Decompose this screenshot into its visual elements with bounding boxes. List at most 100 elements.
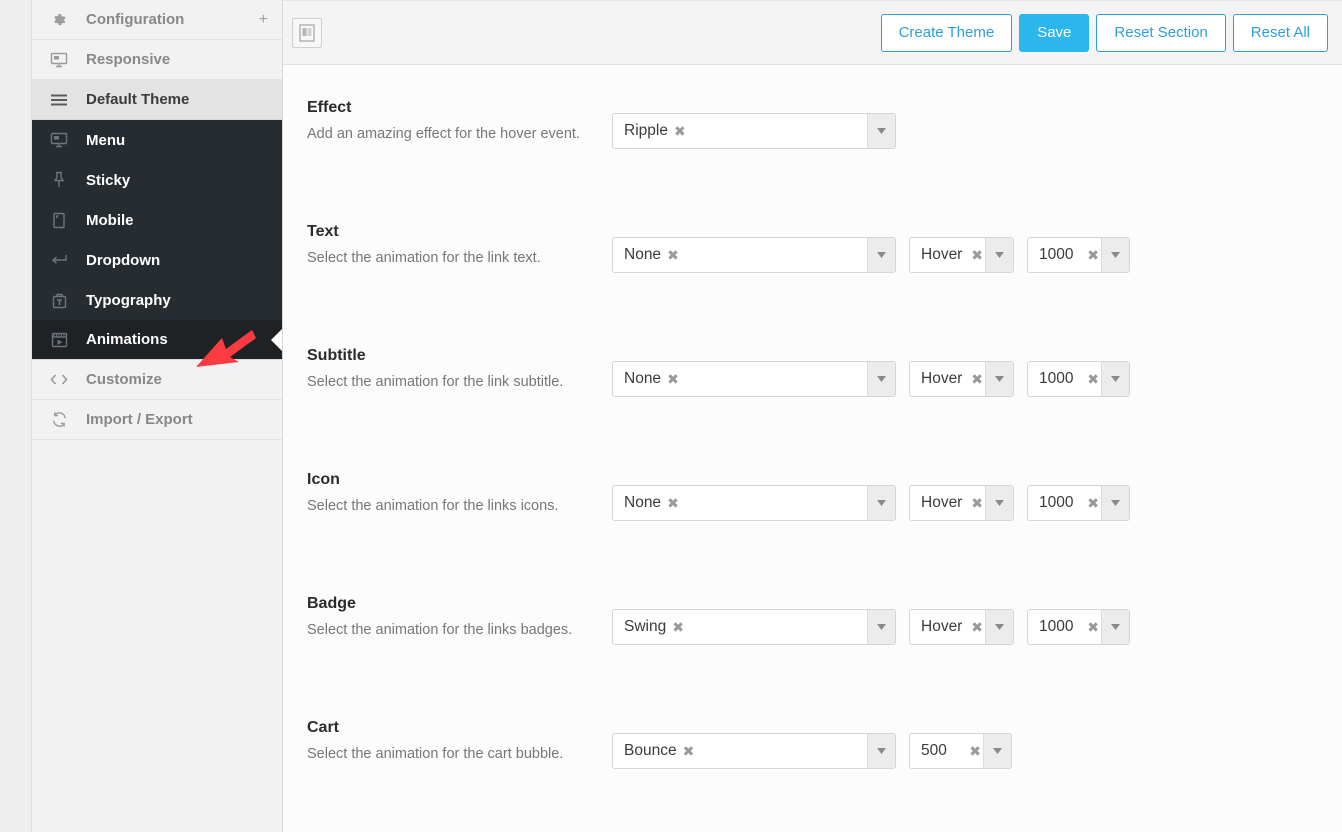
sidebar-item-configuration[interactable]: Configuration + — [32, 0, 282, 40]
chevron-down-icon[interactable] — [1101, 486, 1129, 520]
sidebar-item-sticky[interactable]: Sticky — [32, 160, 282, 200]
animation-select-value: Bounce — [624, 742, 677, 759]
trigger-select-value-wrap: Hover ✖ — [910, 610, 985, 644]
setting-title: Cart — [307, 719, 340, 736]
duration-select-value-wrap: 500 ✖ — [910, 734, 983, 768]
code-icon — [32, 373, 86, 386]
trigger-clear-icon[interactable]: ✖ — [971, 248, 983, 262]
animation-select[interactable]: Ripple ✖ — [612, 113, 896, 149]
sidebar-item-typography[interactable]: Typography — [32, 280, 282, 320]
setting-row: Subtitle Select the animation for the lin… — [283, 339, 1342, 463]
create-theme-button[interactable]: Create Theme — [880, 13, 1013, 52]
sidebar-item-menu[interactable]: Menu — [32, 120, 282, 160]
animation-clear-icon[interactable]: ✖ — [666, 620, 684, 634]
chevron-down-icon[interactable] — [985, 362, 1013, 396]
duration-select[interactable]: 1000 ✖ — [1027, 361, 1130, 397]
animation-select[interactable]: None ✖ — [612, 361, 896, 397]
duration-clear-icon[interactable]: ✖ — [969, 744, 981, 758]
layout-columns-glyph — [299, 23, 315, 42]
trigger-select-value-wrap: Hover ✖ — [910, 362, 985, 396]
animation-select-value: Swing — [624, 618, 667, 635]
sidebar-item-customize[interactable]: Customize — [32, 360, 282, 400]
duration-select-value: 500 — [921, 742, 947, 759]
reset-all-button[interactable]: Reset All — [1232, 13, 1328, 52]
sidebar-item-animations[interactable]: Animations — [32, 320, 282, 360]
duration-select[interactable]: 500 ✖ — [909, 733, 1012, 769]
return-icon — [32, 253, 86, 267]
animation-clear-icon[interactable]: ✖ — [661, 372, 679, 386]
setting-row: Cart Select the animation for the cart bu… — [283, 711, 1342, 832]
chevron-down-icon[interactable] — [867, 610, 895, 644]
trigger-select[interactable]: Hover ✖ — [909, 361, 1014, 397]
duration-select[interactable]: 1000 ✖ — [1027, 609, 1130, 645]
animation-select[interactable]: None ✖ — [612, 237, 896, 273]
main-panel: Create Theme Save Reset Section Reset Al… — [283, 0, 1342, 832]
trigger-clear-icon[interactable]: ✖ — [971, 620, 983, 634]
animation-select-value-wrap: Ripple ✖ — [613, 114, 867, 148]
duration-select-value-wrap: 1000 ✖ — [1028, 238, 1101, 272]
setting-description: Select the animation for the cart bubble… — [307, 746, 564, 763]
chevron-down-icon[interactable] — [985, 238, 1013, 272]
sidebar-item-mobile[interactable]: Mobile — [32, 200, 282, 240]
sidebar-item-import-export[interactable]: Import / Export — [32, 400, 282, 440]
reset-section-button[interactable]: Reset Section — [1096, 13, 1226, 52]
setting-description: Select the animation for the link text. — [307, 250, 541, 267]
setting-description: Add an amazing effect for the hover even… — [307, 126, 580, 143]
chevron-down-icon[interactable] — [1101, 610, 1129, 644]
trigger-select[interactable]: Hover ✖ — [909, 485, 1014, 521]
animation-select-value: None — [624, 494, 662, 511]
animation-clear-icon[interactable]: ✖ — [661, 248, 679, 262]
animation-select-value: Ripple — [624, 122, 668, 139]
trigger-select[interactable]: Hover ✖ — [909, 237, 1014, 273]
duration-select-value: 1000 — [1039, 246, 1074, 263]
sidebar-item-responsive[interactable]: Responsive — [32, 40, 282, 80]
save-button[interactable]: Save — [1019, 13, 1090, 52]
chevron-down-icon[interactable] — [867, 486, 895, 520]
setting-fields: None ✖ Hover ✖ 1000 ✖ — [612, 339, 1130, 397]
trigger-clear-icon[interactable]: ✖ — [971, 372, 983, 386]
list-icon — [32, 93, 86, 107]
add-configuration-button[interactable]: + — [259, 11, 268, 28]
duration-select[interactable]: 1000 ✖ — [1027, 237, 1130, 273]
trigger-select[interactable]: Hover ✖ — [909, 609, 1014, 645]
duration-clear-icon[interactable]: ✖ — [1087, 620, 1099, 634]
sidebar-item-default-theme[interactable]: Default Theme — [32, 80, 282, 120]
trigger-clear-icon[interactable]: ✖ — [971, 496, 983, 510]
animation-select[interactable]: None ✖ — [612, 485, 896, 521]
chevron-down-icon[interactable] — [1101, 238, 1129, 272]
chevron-down-icon[interactable] — [867, 734, 895, 768]
chevron-down-icon[interactable] — [867, 114, 895, 148]
trigger-select-value-wrap: Hover ✖ — [910, 486, 985, 520]
animation-clear-icon[interactable]: ✖ — [668, 124, 686, 138]
pin-icon — [32, 171, 86, 189]
animation-clear-icon[interactable]: ✖ — [661, 496, 679, 510]
duration-clear-icon[interactable]: ✖ — [1087, 248, 1099, 262]
duration-clear-icon[interactable]: ✖ — [1087, 372, 1099, 386]
duration-select-value-wrap: 1000 ✖ — [1028, 610, 1101, 644]
setting-title: Effect — [307, 99, 352, 116]
sidebar-item-label: Typography — [86, 291, 171, 309]
chevron-down-icon[interactable] — [867, 362, 895, 396]
trigger-select-value: Hover — [921, 494, 963, 511]
duration-clear-icon[interactable]: ✖ — [1087, 496, 1099, 510]
duration-select[interactable]: 1000 ✖ — [1027, 485, 1130, 521]
chevron-down-icon[interactable] — [985, 486, 1013, 520]
sidebar-item-label: Dropdown — [86, 251, 161, 269]
setting-labels: Effect Add an amazing effect for the hove… — [307, 91, 612, 145]
animation-select-value-wrap: None ✖ — [613, 238, 867, 272]
animation-select[interactable]: Bounce ✖ — [612, 733, 896, 769]
monitor-icon — [32, 52, 86, 68]
chevron-down-icon[interactable] — [1101, 362, 1129, 396]
chevron-down-icon[interactable] — [985, 610, 1013, 644]
setting-fields: None ✖ Hover ✖ 1000 ✖ — [612, 463, 1130, 521]
animation-select[interactable]: Swing ✖ — [612, 609, 896, 645]
layout-columns-icon[interactable] — [292, 17, 322, 48]
sidebar-item-dropdown[interactable]: Dropdown — [32, 240, 282, 280]
chevron-down-icon[interactable] — [983, 734, 1011, 768]
animation-select-value-wrap: None ✖ — [613, 362, 867, 396]
setting-row: Text Select the animation for the link te… — [283, 215, 1342, 339]
monitor-icon — [32, 132, 86, 148]
animation-clear-icon[interactable]: ✖ — [677, 744, 695, 758]
chevron-down-icon[interactable] — [867, 238, 895, 272]
setting-labels: Icon Select the animation for the links i… — [307, 463, 612, 517]
